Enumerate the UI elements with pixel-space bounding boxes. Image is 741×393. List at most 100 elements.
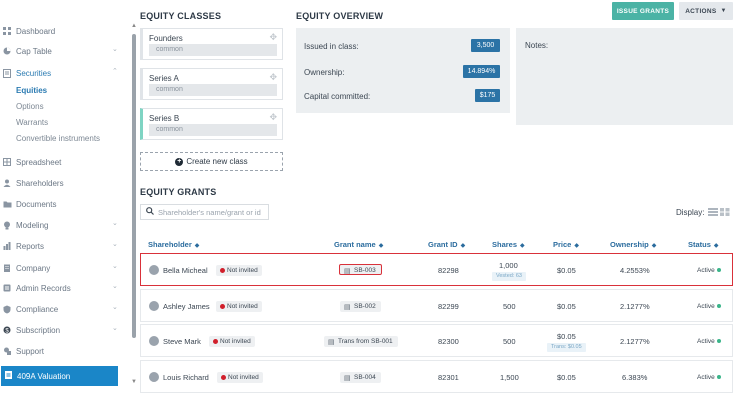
- table-row[interactable]: Ashley James Not invited ▤ SB-002 82299 5…: [140, 289, 733, 322]
- document-icon: [5, 371, 12, 381]
- chevron-down-icon: ⌄: [112, 304, 118, 311]
- sidebar-item-label: Documents: [16, 199, 57, 209]
- col-header-shares[interactable]: Shares ◆: [492, 240, 525, 249]
- sidebar-item-reports[interactable]: Reports ⌄: [0, 237, 125, 255]
- sidebar-item-company[interactable]: Company ⌄: [0, 259, 125, 277]
- col-header-price[interactable]: Price ◆: [553, 240, 579, 249]
- status-badge: Active: [697, 303, 721, 310]
- issue-grants-button[interactable]: ISSUE GRANTS: [612, 2, 674, 20]
- ownership-value: 2.1277%: [620, 337, 650, 346]
- search-icon: [146, 207, 154, 217]
- col-header-grant-id[interactable]: Grant ID ◆: [428, 240, 465, 249]
- grant-name-chip[interactable]: ▤ SB-003: [339, 264, 382, 275]
- class-card-series-b[interactable]: Series B common ✥: [140, 108, 283, 140]
- grant-id: 82299: [438, 302, 459, 311]
- sidebar-item-label: Spreadsheet: [16, 157, 62, 167]
- table-row[interactable]: Steve Mark Not invited ▤ Trans from SB-00…: [140, 324, 733, 357]
- sidebar-item-409a-valuation[interactable]: 409A Valuation: [1, 366, 118, 386]
- col-header-label: Shareholder: [148, 240, 192, 249]
- shareholder-name[interactable]: Ashley James: [163, 302, 210, 311]
- list-view-icon[interactable]: [707, 207, 731, 217]
- person-icon: [2, 178, 12, 188]
- class-card-series-a[interactable]: Series A common ✥: [140, 68, 283, 100]
- sidebar-item-dashboard[interactable]: Dashboard: [0, 22, 125, 40]
- sort-icon: ◆: [520, 243, 525, 249]
- ownership-value: 2.1277%: [620, 302, 650, 311]
- grant-name-label: SB-003: [354, 267, 376, 274]
- col-header-shareholder[interactable]: Shareholder ◆: [148, 240, 199, 249]
- scroll-up-arrow-icon[interactable]: ▲: [130, 22, 138, 30]
- sidebar-item-label: Reports: [16, 241, 45, 251]
- table-row[interactable]: Bella Micheal Not invited ▤ SB-003 82298 …: [140, 253, 733, 286]
- sidebar-subitem-convertible[interactable]: Convertible instruments: [16, 134, 100, 143]
- ownership-value-badge: 14.894%: [463, 65, 500, 78]
- sidebar-subitem-options[interactable]: Options: [16, 102, 44, 111]
- move-icon[interactable]: ✥: [269, 32, 277, 43]
- shareholder-name[interactable]: Steve Mark: [163, 337, 201, 346]
- chevron-down-icon: ⌄: [112, 283, 118, 290]
- green-dot-icon: [716, 268, 721, 273]
- col-header-ownership[interactable]: Ownership ◆: [610, 240, 656, 249]
- support-icon: [2, 346, 12, 356]
- sidebar-item-compliance[interactable]: Compliance ⌄: [0, 300, 125, 318]
- sidebar-item-spreadsheet[interactable]: Spreadsheet: [0, 153, 125, 171]
- document-icon: ▤: [344, 375, 351, 382]
- sidebar-item-label: Securities: [16, 68, 52, 78]
- invite-status-badge: Not invited: [216, 265, 262, 276]
- class-type: common: [149, 44, 277, 56]
- col-header-label: Ownership: [610, 240, 649, 249]
- sidebar-item-securities[interactable]: Securities ⌃: [0, 64, 125, 82]
- sidebar-item-shareholders[interactable]: Shareholders: [0, 174, 125, 192]
- col-header-status[interactable]: Status ◆: [688, 240, 719, 249]
- shareholder-name[interactable]: Louis Richard: [163, 373, 209, 382]
- avatar: [149, 265, 159, 275]
- sort-icon: ◆: [378, 243, 384, 249]
- issued-value-badge: 3,500: [471, 39, 500, 52]
- sidebar-item-documents[interactable]: Documents: [0, 195, 125, 213]
- ownership-value: 6.383%: [622, 373, 648, 382]
- document-icon: ▤: [328, 339, 335, 346]
- grant-name-chip[interactable]: ▤ Trans from SB-001: [324, 336, 398, 347]
- sidebar-item-subscription[interactable]: $ Subscription ⌄: [0, 321, 125, 339]
- grant-name-chip[interactable]: ▤ SB-004: [340, 372, 381, 383]
- shareholder-name[interactable]: Bella Micheal: [163, 266, 208, 275]
- sidebar-scrollbar[interactable]: [132, 34, 136, 338]
- sidebar-item-admin-records[interactable]: Admin Records ⌄: [0, 279, 125, 297]
- capital-label: Capital committed:: [304, 92, 371, 101]
- notes-panel[interactable]: Notes:: [516, 28, 733, 125]
- sidebar-item-support[interactable]: Support: [0, 342, 125, 360]
- sidebar-subitem-equities[interactable]: Equities: [16, 86, 47, 95]
- status-badge: Active: [697, 267, 721, 274]
- col-header-label: Shares: [492, 240, 518, 249]
- move-icon[interactable]: ✥: [269, 112, 277, 123]
- sidebar-subitem-warrants[interactable]: Warrants: [16, 118, 48, 127]
- move-icon[interactable]: ✥: [269, 72, 277, 83]
- invite-status-badge: Not invited: [209, 336, 255, 347]
- actions-button[interactable]: ACTIONS ▼: [679, 2, 733, 20]
- folder-icon: [2, 199, 12, 209]
- status-label: Active: [697, 267, 715, 274]
- document-icon: ▤: [344, 268, 351, 275]
- status-label: Active: [697, 303, 715, 310]
- green-dot-icon: [716, 339, 721, 344]
- shares-value: 1,500: [500, 373, 519, 382]
- vested-badge: Vested: 63: [492, 272, 526, 281]
- sidebar-item-cap-table[interactable]: Cap Table ⌄: [0, 42, 125, 60]
- shares-value: 500: [503, 302, 516, 311]
- sidebar-item-label: Modeling: [16, 220, 49, 230]
- grant-name-chip[interactable]: ▤ SB-002: [340, 301, 381, 312]
- grant-search-input[interactable]: Shareholder's name/grant or id: [140, 204, 269, 220]
- invite-status-label: Not invited: [220, 338, 251, 345]
- chevron-down-icon: ⌄: [112, 220, 118, 227]
- sort-icon: ◆: [651, 243, 657, 249]
- create-new-class-button[interactable]: + Create new class: [140, 152, 283, 171]
- col-header-grant-name[interactable]: Grant name ◆: [334, 240, 383, 249]
- table-row[interactable]: Louis Richard Not invited ▤ SB-004 82301 …: [140, 360, 733, 393]
- class-card-founders[interactable]: Founders common ✥: [140, 28, 283, 60]
- plus-icon: +: [175, 157, 184, 166]
- grant-name-label: SB-002: [354, 303, 376, 310]
- status-badge: Active: [697, 338, 721, 345]
- scroll-down-arrow-icon[interactable]: ▼: [130, 378, 138, 386]
- sidebar-item-modeling[interactable]: Modeling ⌄: [0, 216, 125, 234]
- sidebar: Dashboard Cap Table ⌄ Securities ⌃ Equit…: [0, 0, 128, 393]
